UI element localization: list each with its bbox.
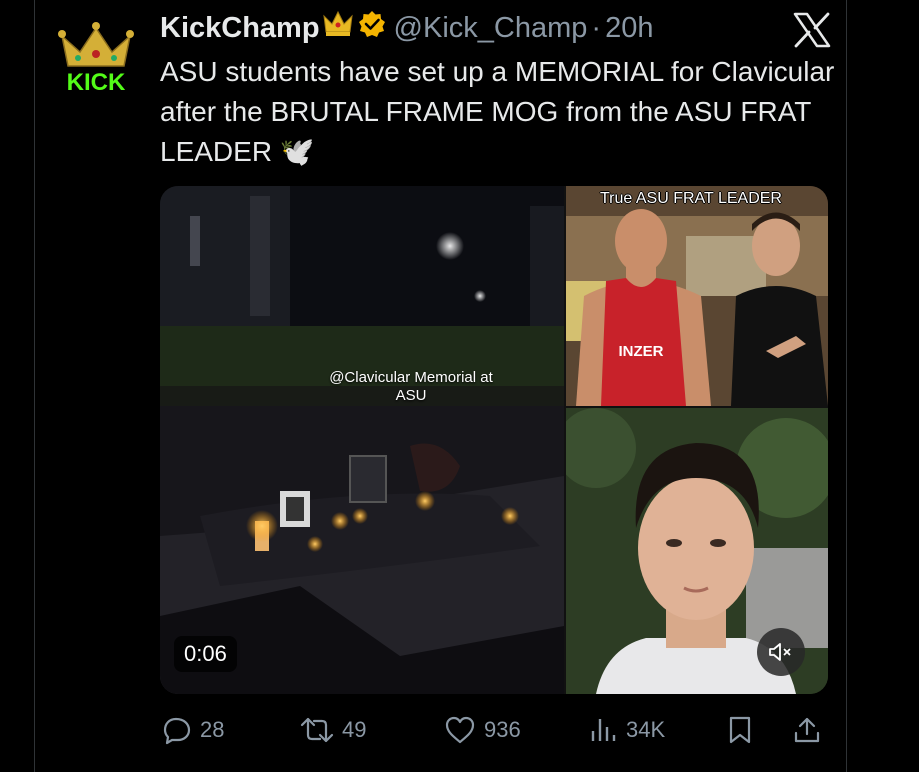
frat-leader-image: INZER (566, 186, 828, 406)
share-button[interactable] (792, 712, 822, 748)
crown-icon: KICK (58, 22, 134, 96)
repost-button[interactable]: 49 (300, 712, 366, 748)
memorial-video-pane: @Clavicular Memorial at ASU 0:06 (160, 186, 564, 694)
reply-count: 28 (200, 717, 225, 742)
bookmark-icon (729, 716, 751, 744)
frat-leader-label: True ASU FRAT LEADER (600, 190, 782, 207)
memorial-scene-image (160, 186, 564, 694)
repost-icon (300, 717, 334, 743)
crown-emoji-icon (322, 10, 354, 46)
author-handle[interactable]: @Kick_Champ (394, 12, 588, 45)
like-button[interactable]: 936 (444, 712, 521, 748)
memorial-overlay-text: @Clavicular Memorial at ASU (296, 369, 526, 405)
reply-icon (163, 717, 191, 745)
tweet-text: ASU students have set up a MEMORIAL for … (160, 56, 835, 167)
frat-leader-pane: INZER True ASU FRAT LEADER (566, 186, 828, 406)
author-name[interactable]: KickChamp (160, 12, 320, 45)
video-timestamp: 0:06 (174, 636, 237, 672)
bookmark-button[interactable] (726, 712, 754, 748)
memorial-overlay-line-2: ASU (395, 387, 427, 404)
shirt-text: INZER (619, 343, 664, 360)
share-icon (794, 717, 820, 743)
left-border (34, 0, 35, 772)
x-logo-icon[interactable] (792, 12, 832, 48)
verified-badge-icon[interactable] (358, 10, 386, 46)
separator-dot: · (591, 11, 602, 44)
tweet-time[interactable]: 20h (605, 12, 653, 45)
views-chart-icon (591, 719, 616, 741)
reply-button[interactable]: 28 (162, 712, 224, 748)
heart-icon (445, 716, 475, 744)
action-bar: 28 49 936 34K (0, 712, 919, 748)
avatar-text: KICK (67, 69, 126, 96)
views-count: 34K (626, 717, 666, 742)
speaker-muted-icon (769, 643, 791, 661)
right-border (846, 0, 847, 772)
mute-button[interactable] (757, 628, 805, 676)
views-button[interactable]: 34K (588, 712, 665, 748)
video-player[interactable]: @Clavicular Memorial at ASU 0:06 INZER T… (160, 186, 828, 694)
like-count: 936 (484, 717, 521, 742)
memorial-overlay-line-1: @Clavicular Memorial at (329, 369, 493, 386)
tweet-header: KickChamp @Kick_Champ · 20h (160, 10, 653, 46)
avatar[interactable]: KICK (48, 20, 144, 100)
repost-count: 49 (342, 717, 367, 742)
